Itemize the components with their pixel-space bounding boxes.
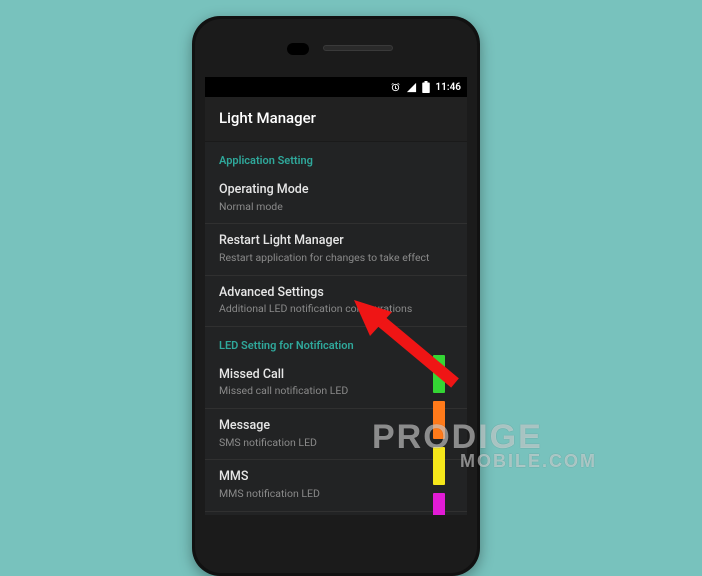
item-title: Restart Light Manager (219, 233, 453, 249)
phone-frame: 11:46 Light Manager Application Setting … (192, 16, 480, 576)
item-advanced-settings[interactable]: Advanced Settings Additional LED notific… (205, 276, 467, 326)
app-bar: Light Manager (205, 97, 467, 142)
item-title: MMS (219, 469, 453, 485)
app-title: Light Manager (219, 109, 316, 127)
section-header-application-setting: Application Setting (205, 142, 467, 173)
item-missed-call[interactable]: Missed Call Missed call notification LED (205, 358, 467, 408)
phone-earpiece-area (195, 19, 477, 77)
alarm-icon (390, 82, 401, 93)
led-swatch-magenta (433, 493, 445, 515)
watermark-line1: PRODIGE (372, 422, 597, 453)
item-subtitle: Additional LED notification configuratio… (219, 302, 453, 316)
item-title: Operating Mode (219, 182, 453, 198)
signal-icon (406, 82, 417, 93)
earpiece-speaker (323, 45, 393, 51)
phone-body: 11:46 Light Manager Application Setting … (195, 19, 477, 573)
item-title: Missed Call (219, 367, 453, 383)
item-subtitle: Missed call notification LED (219, 384, 453, 398)
item-subtitle: Restart application for changes to take … (219, 251, 453, 265)
item-gmail[interactable]: Gmail Gmail notification LED (205, 512, 467, 515)
proximity-sensor (287, 43, 309, 55)
item-operating-mode[interactable]: Operating Mode Normal mode (205, 173, 467, 223)
watermark-line2: MOBILE.COM (460, 453, 597, 469)
item-subtitle: MMS notification LED (219, 487, 453, 501)
watermark: PRODIGE MOBILE.COM (372, 422, 597, 469)
status-time: 11:46 (435, 82, 461, 93)
item-restart-light-manager[interactable]: Restart Light Manager Restart applicatio… (205, 224, 467, 274)
item-subtitle: Normal mode (219, 200, 453, 214)
section-header-led-setting: LED Setting for Notification (205, 327, 467, 358)
status-bar: 11:46 (205, 77, 467, 97)
battery-icon (422, 81, 430, 93)
led-swatch-green (433, 355, 445, 393)
item-title: Advanced Settings (219, 285, 453, 301)
